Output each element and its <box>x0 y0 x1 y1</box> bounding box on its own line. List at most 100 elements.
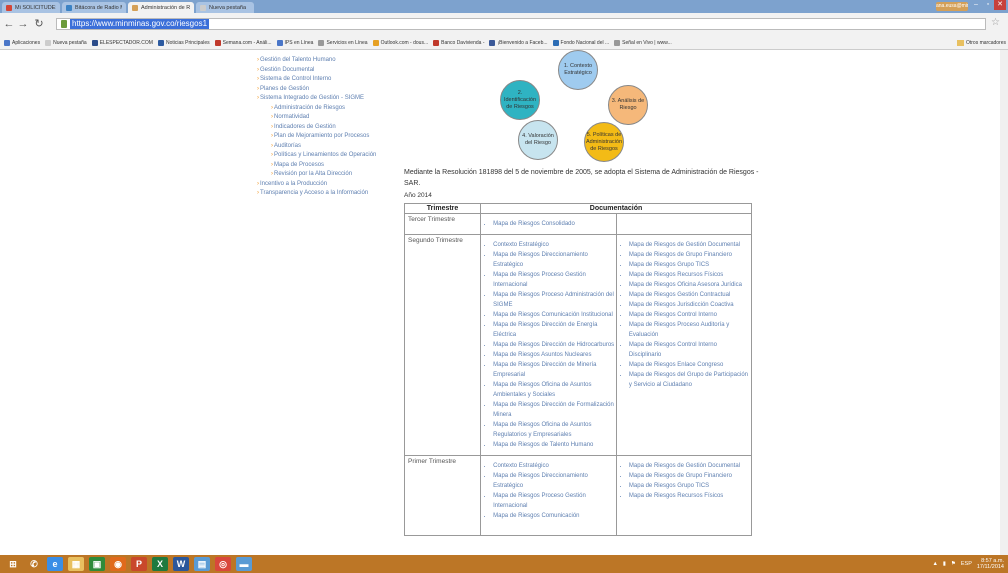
document-link[interactable]: Mapa de Riesgos Comunicación Institucion… <box>493 310 615 320</box>
document-link[interactable]: Mapa de Riesgos Direccionamiento Estraté… <box>493 471 615 491</box>
address-bar[interactable]: https://www.minminas.gov.co/riesgos1 <box>56 18 986 30</box>
document-link[interactable]: Mapa de Riesgos Jurisdicción Coactiva <box>629 300 750 310</box>
bookmark-item[interactable]: ELESPECTADOR.COM <box>91 40 153 46</box>
document-link[interactable]: Mapa de Riesgos Enlace Congreso <box>629 360 750 370</box>
document-link[interactable]: Mapa de Riesgos Control Interno Discipli… <box>629 340 750 360</box>
document-link[interactable]: Mapa de Riesgos Oficina Asesora Jurídica <box>629 280 750 290</box>
bookmark-item[interactable]: Aplicaciones <box>4 40 40 46</box>
bookmark-item[interactable]: Banco Davivienda - <box>433 40 484 46</box>
bullet-icon: › <box>257 66 259 73</box>
browser-tab[interactable]: Mi SOLICITUDES DE PAPOPV × <box>2 2 60 13</box>
document-link[interactable]: Mapa de Riesgos de Grupo Financiero <box>629 471 750 481</box>
notes-icon[interactable]: ▤ <box>194 557 210 571</box>
side-menu-item[interactable]: ›Indicadores de Gestión <box>257 123 397 133</box>
bookmark-item[interactable]: Noticias Principales <box>157 40 210 46</box>
other-bookmarks[interactable]: Otros marcadores <box>956 37 1006 49</box>
back-icon[interactable]: ← <box>3 18 15 30</box>
document-link[interactable]: Mapa de Riesgos Control Interno <box>629 310 750 320</box>
url-text[interactable]: https://www.minminas.gov.co/riesgos1 <box>70 19 210 29</box>
side-menu-item[interactable]: ›Políticas y Lineamientos de Operación <box>257 151 397 161</box>
browser-tab[interactable]: Administración de Riesgo × <box>128 2 194 13</box>
document-link[interactable]: Mapa de Riesgos Direccionamiento Estraté… <box>493 250 615 270</box>
forward-icon[interactable]: → <box>17 18 29 30</box>
header-documentacion: Documentación <box>480 203 752 214</box>
document-link[interactable]: Mapa de Riesgos Recursos Físicos <box>629 491 750 501</box>
side-menu-item[interactable]: ›Gestión Documental <box>257 66 397 76</box>
side-menu-label: Gestión del Talento Humano <box>260 57 336 63</box>
bookmark-item[interactable]: Servicios en Línea <box>318 40 368 46</box>
document-link[interactable]: Mapa de Riesgos Proceso Gestión Internac… <box>493 491 615 511</box>
page-scrollbar[interactable] <box>1000 50 1008 555</box>
tray-up-icon[interactable]: ▲ <box>932 561 937 567</box>
document-link[interactable]: Mapa de Riesgos Oficina de Asuntos Regul… <box>493 420 615 440</box>
excel-icon[interactable]: X <box>152 557 168 571</box>
side-menu-item[interactable]: ›Transparencia y Acceso a la Información <box>257 189 397 199</box>
document-link[interactable]: Mapa de Riesgos Proceso Gestión Internac… <box>493 270 615 290</box>
side-menu-item[interactable]: ›Plan de Mejoramiento por Procesos <box>257 132 397 142</box>
browser-tab[interactable]: Bitácora de Radio Min <box>62 2 126 13</box>
side-menu-item[interactable]: ›Sistema de Control Interno <box>257 75 397 85</box>
bookmark-star-icon[interactable]: ☆ <box>991 17 1000 28</box>
document-link[interactable]: Mapa de Riesgos Grupo TICS <box>629 260 750 270</box>
document-link[interactable]: Mapa de Riesgos Comunicación <box>493 511 615 521</box>
document-link[interactable]: Mapa de Riesgos Dirección de Hidrocarbur… <box>493 340 615 350</box>
word-icon[interactable]: W <box>173 557 189 571</box>
document-link[interactable]: Contexto Estratégico <box>493 461 615 471</box>
bookmark-item[interactable]: ¡Bienvenido a Faceb... <box>489 40 548 46</box>
powerpoint-icon[interactable]: P <box>131 557 147 571</box>
chrome-icon[interactable]: ◎ <box>215 557 231 571</box>
start-icon[interactable]: ⊞ <box>5 557 21 571</box>
firefox-icon[interactable]: ◉ <box>110 557 126 571</box>
flag-icon[interactable]: ⚑ <box>951 561 956 567</box>
document-link[interactable]: Mapa de Riesgos del Grupo de Participaci… <box>629 370 750 390</box>
folder-icon[interactable]: ▬ <box>236 557 252 571</box>
side-menu-item[interactable]: ›Incentivo a la Producción <box>257 180 397 190</box>
minimize-icon[interactable]: – <box>970 0 982 10</box>
document-link[interactable]: Mapa de Riesgos de Gestión Documental <box>629 461 750 471</box>
document-link[interactable]: Mapa de Riesgos de Grupo Financiero <box>629 250 750 260</box>
reload-icon[interactable]: ↻ <box>33 18 45 30</box>
side-menu-item[interactable]: ›Administración de Riesgos <box>257 104 397 114</box>
bookmark-item[interactable]: Outlook.com - dous... <box>372 40 428 46</box>
bookmark-item[interactable]: IPS en Línea <box>276 40 313 46</box>
side-menu-item[interactable]: ›Sistema Integrado de Gestión - SIGME <box>257 94 397 104</box>
document-link[interactable]: Mapa de Riesgos Consolidado <box>493 219 615 229</box>
side-menu-item[interactable]: ›Revisión por la Alta Dirección <box>257 170 397 180</box>
browser-tab-bar: Mi SOLICITUDES DE PAPOPV × Bitácora de Ra… <box>0 0 1008 13</box>
document-link[interactable]: Mapa de Riesgos Gestión Contractual <box>629 290 750 300</box>
bookmark-icon <box>552 40 559 46</box>
close-icon[interactable]: ✕ <box>994 0 1006 10</box>
document-link[interactable]: Contexto Estratégico <box>493 240 615 250</box>
user-profile-badge[interactable]: ana.eusa@mine... <box>936 2 968 11</box>
network-icon[interactable]: ▮ <box>943 561 946 567</box>
maximize-icon[interactable]: ▫ <box>982 0 994 10</box>
side-menu-item[interactable]: ›Gestión del Talento Humano <box>257 56 397 66</box>
clock[interactable]: 8:57 a.m. 17/11/2014 <box>977 558 1004 570</box>
document-link[interactable]: Mapa de Riesgos Proceso Auditoría y Eval… <box>629 320 750 340</box>
document-link[interactable]: Mapa de Riesgos Oficina de Asuntos Ambie… <box>493 380 615 400</box>
bookmark-item[interactable]: Señal en Vivo | www... <box>614 40 672 46</box>
store-icon[interactable]: ▣ <box>89 557 105 571</box>
ie-icon[interactable]: e <box>47 557 63 571</box>
document-link[interactable]: Mapa de Riesgos Dirección de Minería Emp… <box>493 360 615 380</box>
support-icon[interactable]: ✆ <box>26 557 42 571</box>
document-link[interactable]: Mapa de Riesgos Dirección de Formalizaci… <box>493 400 615 420</box>
document-link[interactable]: Mapa de Riesgos Asuntos Nucleares <box>493 350 615 360</box>
document-link[interactable]: Mapa de Riesgos Grupo TICS <box>629 481 750 491</box>
bookmark-item[interactable]: Semana.com - Análi... <box>214 40 272 46</box>
document-link[interactable]: Mapa de Riesgos Recursos Físicos <box>629 270 750 280</box>
language-indicator[interactable]: ESP <box>961 561 972 567</box>
browser-tab[interactable]: Nueva pestaña <box>196 2 254 13</box>
explorer-icon[interactable]: ▦ <box>68 557 84 571</box>
document-link[interactable]: Mapa de Riesgos de Gestión Documental <box>629 240 750 250</box>
bookmark-item[interactable]: Nueva pestaña <box>45 40 87 46</box>
bullet-icon: › <box>257 180 259 187</box>
document-link[interactable]: Mapa de Riesgos Dirección de Energía Elé… <box>493 320 615 340</box>
side-menu-item[interactable]: ›Planes de Gestión <box>257 85 397 95</box>
bookmark-item[interactable]: Fondo Nacional del ... <box>552 40 609 46</box>
side-menu-item[interactable]: ›Mapa de Procesos <box>257 161 397 171</box>
side-menu-item[interactable]: ›Auditorías <box>257 142 397 152</box>
side-menu-item[interactable]: ›Normatividad <box>257 113 397 123</box>
document-link[interactable]: Mapa de Riesgos Proceso Administración d… <box>493 290 615 310</box>
document-link[interactable]: Mapa de Riesgos de Talento Humano <box>493 440 615 450</box>
